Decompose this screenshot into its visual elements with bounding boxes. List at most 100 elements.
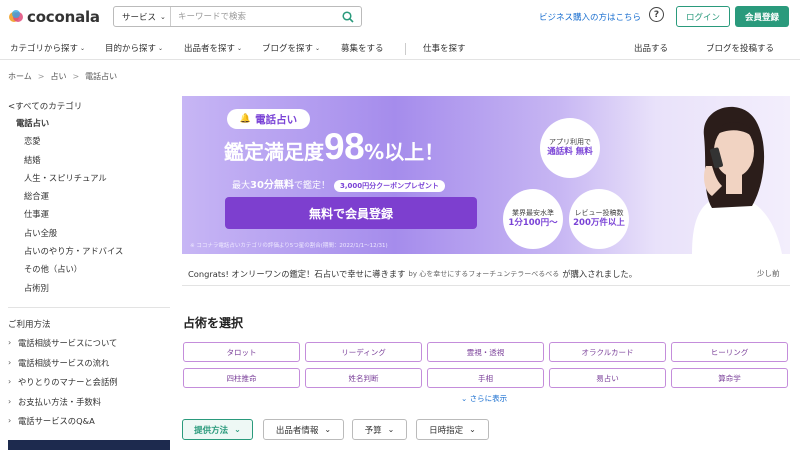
- ticker-seller[interactable]: by 心を幸せにするフォーチュンテラーべるべる: [408, 269, 559, 279]
- fortune-type-button[interactable]: 姓名判断: [305, 368, 422, 388]
- promo-banner[interactable]: 🔔 電話占い 鑑定満足度98%以上！ 最大30分無料で鑑定！ 3,000円分クーポ…: [182, 96, 790, 254]
- site-header: coconala サービス ⌄ ビジネス購入の方はこちら ? ログイン 会員登録: [0, 0, 800, 34]
- fortune-type-button[interactable]: リーディング: [305, 342, 422, 362]
- logo[interactable]: coconala: [8, 8, 100, 26]
- filter-seller-info[interactable]: 出品者情報 ⌄: [263, 419, 344, 440]
- chevron-down-icon: ⌄: [158, 45, 164, 52]
- breadcrumb: ホーム > 占い > 電話占い: [8, 71, 117, 82]
- fortune-type-title: 占術を選択: [183, 316, 244, 330]
- sidebar-all-categories[interactable]: <すべてのカテゴリ: [8, 100, 82, 112]
- fortune-type-button[interactable]: 四柱推命: [183, 368, 300, 388]
- fortune-type-button[interactable]: 易占い: [549, 368, 666, 388]
- search-input[interactable]: [171, 7, 335, 26]
- banner-note: ※ ココナラ電話占いカテゴリの評価より5つ星の割合(期間：2022/1/1～12…: [190, 243, 388, 249]
- nav-sellers[interactable]: 出品者を探す ⌄: [184, 42, 242, 54]
- main-nav: カテゴリから探す ⌄ 目的から探す ⌄ 出品者を探す ⌄ ブログを探す ⌄ 募集をする …: [0, 36, 800, 60]
- coconala-logo-icon: [8, 9, 24, 25]
- business-purchase-link[interactable]: ビジネス購入の方はこちら: [539, 11, 641, 23]
- guide-item[interactable]: › お支払い方法・手数料: [8, 395, 170, 415]
- nav-post-blog[interactable]: ブログを投稿する: [706, 42, 774, 54]
- filter-date[interactable]: 日時指定 ⌄: [416, 419, 489, 440]
- coupon-badge: 3,000円分クーポンプレゼント: [333, 180, 445, 192]
- fortune-type-button[interactable]: 手相: [427, 368, 544, 388]
- search-category-select[interactable]: サービス ⌄: [114, 7, 171, 26]
- show-more-label: さらに表示: [469, 394, 508, 403]
- sidebar-item-marriage[interactable]: 結婚: [8, 154, 168, 172]
- breadcrumb-home[interactable]: ホーム: [8, 72, 32, 81]
- filter-label: 予算: [364, 425, 382, 436]
- filter-label: 日時指定: [429, 425, 464, 436]
- guide-label: 電話相談サービスについて: [18, 338, 118, 348]
- chevron-right-icon: ›: [8, 357, 12, 367]
- sidebar-item-work-luck[interactable]: 仕事運: [8, 208, 168, 226]
- login-button[interactable]: ログイン: [676, 6, 730, 27]
- breadcrumb-fortune[interactable]: 占い: [50, 72, 66, 81]
- breadcrumb-phone-fortune: 電話占い: [85, 72, 118, 81]
- sidebar-item-how-to[interactable]: 占いのやり方・アドバイス: [8, 245, 168, 263]
- nav-blogs[interactable]: ブログを探す ⌄: [262, 42, 320, 54]
- filter-delivery-method[interactable]: 提供方法 ⌄: [182, 419, 253, 440]
- bell-icon: 🔔: [239, 114, 252, 124]
- guide-item[interactable]: › 電話相談サービスの流れ: [8, 356, 170, 376]
- sidebar-item-phone-fortune[interactable]: 電話占い: [8, 117, 168, 135]
- nav-label: 目的から探す: [105, 44, 157, 54]
- sidebar-item-general-luck[interactable]: 総合運: [8, 190, 168, 208]
- guide-item[interactable]: › 電話サービスのQ&A: [8, 414, 170, 434]
- bubble-big: 200万件以上: [573, 218, 625, 229]
- chevron-down-icon: ⌄: [387, 425, 395, 434]
- fortune-type-button[interactable]: 算命学: [671, 368, 788, 388]
- ticker-time: 少し前: [757, 269, 780, 278]
- banner-bubble: アプリ利用で 通話料 無料: [540, 118, 600, 178]
- bubble-big: 通話料 無料: [547, 147, 593, 158]
- nav-find-jobs[interactable]: 仕事を探す: [423, 42, 466, 54]
- help-icon[interactable]: ?: [649, 7, 664, 22]
- sidebar-item-love[interactable]: 恋愛: [8, 135, 168, 153]
- fortune-type-button[interactable]: ヒーリング: [671, 342, 788, 362]
- fortune-type-button[interactable]: 霊視・透視: [427, 342, 544, 362]
- sidebar-banner[interactable]: [8, 440, 170, 450]
- search-button[interactable]: [335, 7, 361, 26]
- nav-recruit[interactable]: 募集をする: [341, 42, 384, 54]
- free-prefix: 最大: [232, 181, 251, 191]
- nav-divider: [405, 43, 406, 55]
- sidebar-item-by-method[interactable]: 占術別: [8, 282, 168, 300]
- fortune-type-button[interactable]: オラクルカード: [549, 342, 666, 362]
- search-category-label: サービス: [122, 12, 157, 23]
- nav-sell[interactable]: 出品する: [634, 42, 668, 54]
- sidebar-item-fortune-general[interactable]: 占い全般: [8, 227, 168, 245]
- sidebar-guide-title: ご利用方法: [8, 320, 51, 330]
- chevron-right-icon: ›: [8, 396, 12, 406]
- guide-label: やりとりのマナーと会話例: [18, 377, 118, 387]
- chevron-down-icon: ⌄: [324, 425, 332, 434]
- guide-item[interactable]: › やりとりのマナーと会話例: [8, 375, 170, 395]
- chevron-right-icon: >: [72, 72, 80, 81]
- bubble-big: 1分100円～: [508, 218, 558, 229]
- headline-tail: %以上！: [364, 140, 445, 164]
- banner-register-button[interactable]: 無料で会員登録: [225, 197, 477, 229]
- nav-categories[interactable]: カテゴリから探す ⌄: [10, 42, 85, 54]
- fortune-type-button[interactable]: タロット: [183, 342, 300, 362]
- woman-on-phone-image: [692, 106, 782, 254]
- register-button[interactable]: 会員登録: [735, 6, 789, 27]
- sidebar-item-spiritual[interactable]: 人生・スピリチュアル: [8, 172, 168, 190]
- bubble-small: アプリ利用で: [549, 137, 591, 146]
- guide-item[interactable]: › 電話相談サービスについて: [8, 336, 170, 356]
- chevron-right-icon: ›: [8, 377, 12, 386]
- nav-purposes[interactable]: 目的から探す ⌄: [105, 42, 163, 54]
- fortune-type-grid: タロット リーディング 霊視・透視 オラクルカード ヒーリング 四柱推命 姓名判…: [183, 342, 789, 388]
- search-icon: [342, 10, 354, 23]
- ticker-lead: Congrats! オンリーワンの鑑定！石占いで幸せに導きます: [188, 268, 406, 279]
- ticker-tail: が購入されました。: [562, 268, 637, 279]
- banner-headline: 鑑定満足度98%以上！: [224, 126, 444, 168]
- nav-label: 出品者を探す: [184, 44, 236, 54]
- sidebar-item-other[interactable]: その他（占い）: [8, 263, 168, 281]
- filter-budget[interactable]: 予算 ⌄: [352, 419, 407, 440]
- free-bold: 30分無料: [250, 180, 294, 191]
- search-bar: サービス ⌄: [113, 6, 362, 27]
- show-more-link[interactable]: ⌄ さらに表示: [461, 393, 507, 404]
- chevron-down-icon: ⌄: [160, 12, 166, 21]
- chevron-right-icon: ›: [8, 416, 12, 425]
- chevron-down-icon: ⌄: [237, 45, 243, 52]
- sidebar-guide-list: › 電話相談サービスについて › 電話相談サービスの流れ › やりとりのマナーと会話例…: [8, 336, 170, 434]
- banner-bubble: 業界最安水準 1分100円～: [503, 189, 563, 249]
